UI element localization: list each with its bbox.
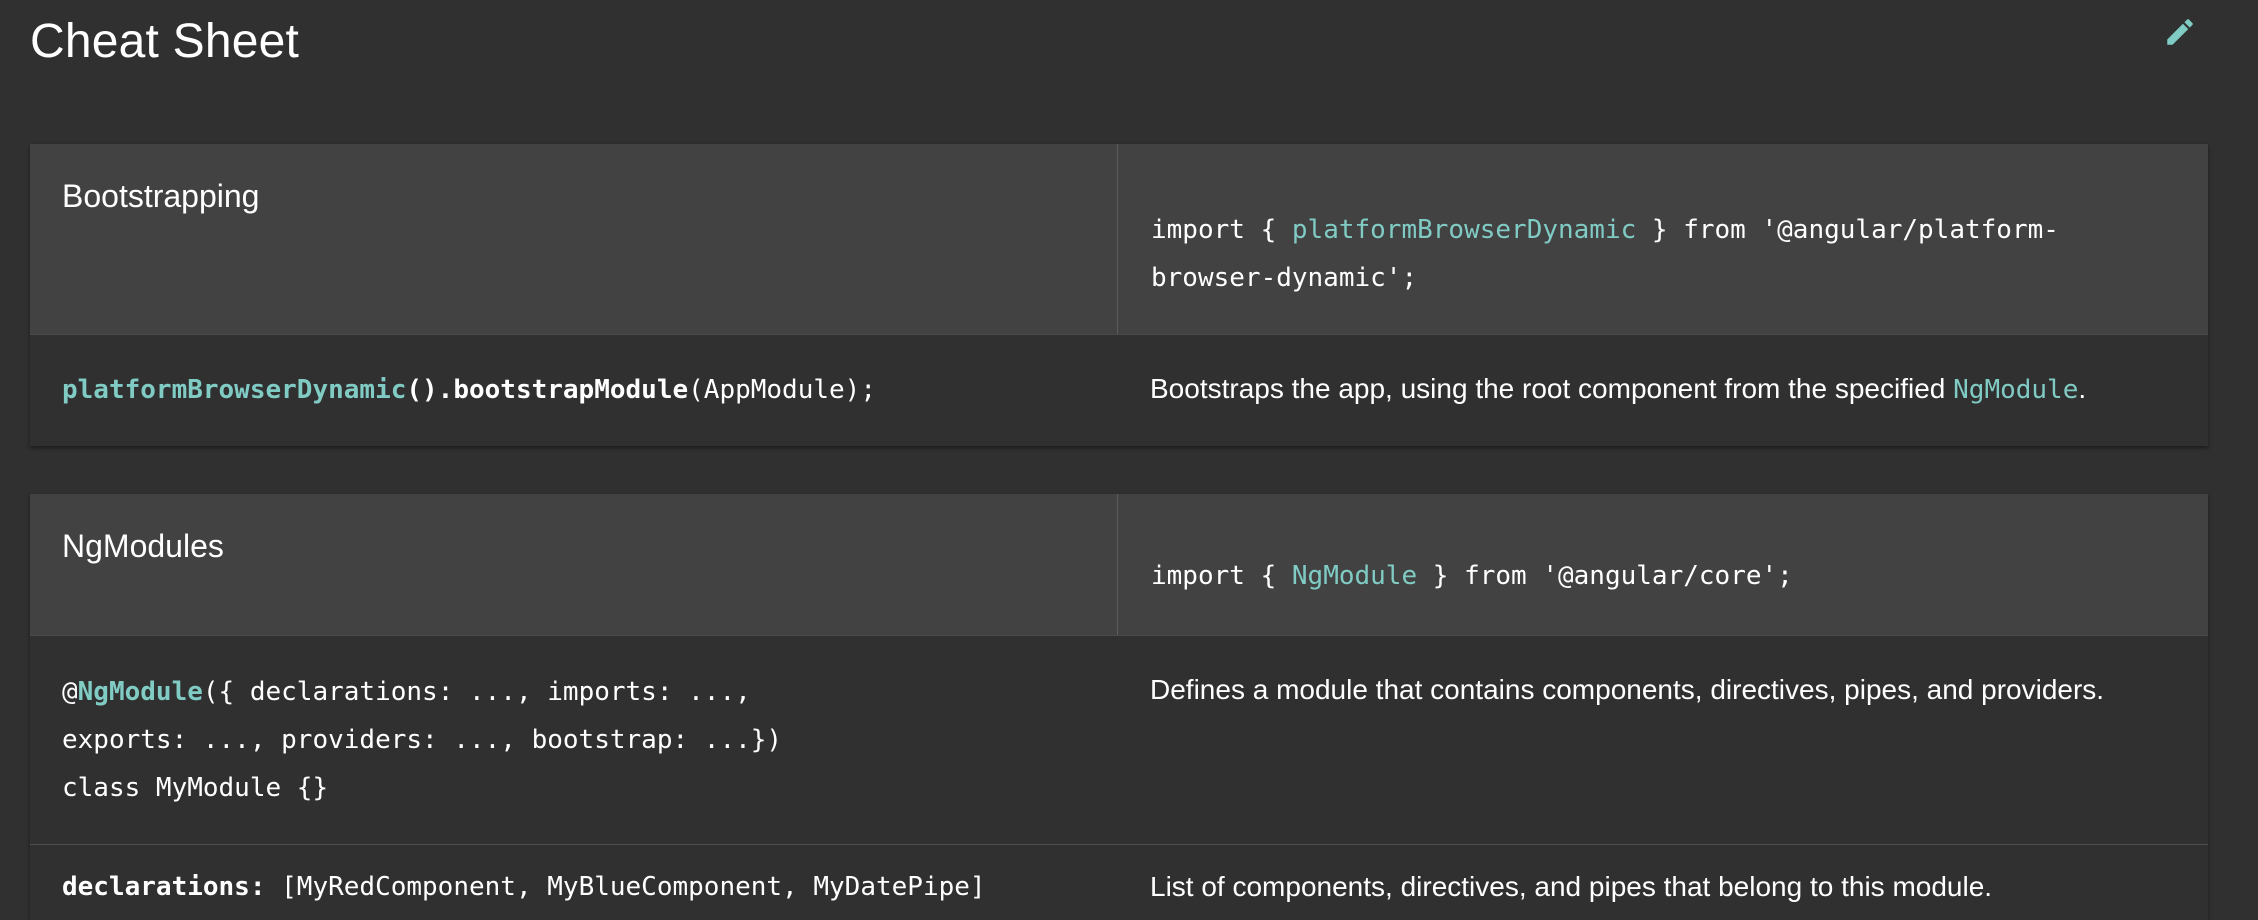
description-cell: Bootstraps the app, using the root compo… — [1118, 335, 2208, 446]
import-statement: import { NgModule } from '@angular/core'… — [1151, 552, 1793, 600]
import-statement-cell: import { platformBrowserDynamic } from '… — [1118, 144, 2208, 334]
section-title: Bootstrapping — [62, 178, 260, 214]
page-title: Cheat Sheet — [30, 15, 300, 68]
description-cell: List of components, directives, and pipe… — [1118, 845, 2208, 920]
edit-page-button[interactable] — [2160, 12, 2200, 52]
syntax-bold: declarations: — [62, 872, 266, 902]
description: Bootstraps the app, using the root compo… — [1150, 373, 2086, 405]
description: Defines a module that contains component… — [1150, 674, 2105, 705]
section-header-row: Bootstrapping import { platformBrowserDy… — [30, 144, 2208, 334]
syntax-bold: ().bootstrapModule — [406, 375, 689, 405]
description: List of components, directives, and pipe… — [1150, 871, 1993, 902]
import-symbol: platformBrowserDynamic — [1291, 215, 1637, 245]
syntax-highlight: platformBrowserDynamic — [62, 375, 407, 405]
syntax-rest: (AppModule); — [688, 375, 876, 405]
import-keyword: import { — [1151, 561, 1292, 591]
syntax-cell: platformBrowserDynamic().bootstrapModule… — [30, 335, 1118, 446]
table-row: declarations: [MyRedComponent, MyBlueCom… — [30, 844, 2208, 920]
import-keyword: import { — [1151, 215, 1292, 245]
syntax-cell: @NgModule({ declarations: ..., imports: … — [30, 636, 1118, 844]
syntax-cell: declarations: [MyRedComponent, MyBlueCom… — [30, 845, 1118, 920]
syntax-line: exports: ..., providers: ..., bootstrap:… — [62, 725, 783, 755]
section-ngmodules: NgModules import { NgModule } from '@ang… — [30, 494, 2208, 920]
syntax-code: @NgModule({ declarations: ..., imports: … — [62, 668, 782, 812]
import-statement: import { platformBrowserDynamic } from '… — [1151, 206, 2059, 302]
section-title-cell: Bootstrapping — [30, 144, 1118, 334]
section-header-row: NgModules import { NgModule } from '@ang… — [30, 494, 2208, 635]
syntax-code: platformBrowserDynamic().bootstrapModule… — [62, 366, 876, 414]
import-from: } from '@angular/core'; — [1417, 561, 1793, 591]
description-end: . — [2078, 373, 2087, 404]
import-path-continued: browser-dynamic'; — [1151, 263, 1418, 293]
syntax-code: declarations: [MyRedComponent, MyBlueCom… — [62, 863, 986, 911]
table-row: platformBrowserDynamic().bootstrapModule… — [30, 334, 2208, 446]
description-code-ref: NgModule — [1953, 375, 2079, 405]
pencil-icon — [2167, 19, 2193, 45]
table-row: @NgModule({ declarations: ..., imports: … — [30, 635, 2208, 844]
description-cell: Defines a module that contains component… — [1118, 636, 2208, 844]
description-text: Bootstraps the app, using the root compo… — [1150, 373, 1954, 404]
import-from: } from '@angular/platform- — [1636, 215, 2059, 245]
import-symbol: NgModule — [1291, 561, 1418, 591]
section-title: NgModules — [62, 528, 224, 564]
section-bootstrapping: Bootstrapping import { platformBrowserDy… — [30, 144, 2208, 446]
syntax-rest: ({ declarations: ..., imports: ..., — [202, 677, 751, 707]
import-statement-cell: import { NgModule } from '@angular/core'… — [1118, 494, 2208, 635]
syntax-line: class MyModule {} — [62, 773, 329, 803]
syntax-at: @ — [62, 677, 78, 707]
syntax-highlight: NgModule — [77, 677, 203, 707]
syntax-rest: [MyRedComponent, MyBlueComponent, MyDate… — [265, 872, 986, 902]
section-title-cell: NgModules — [30, 494, 1118, 635]
